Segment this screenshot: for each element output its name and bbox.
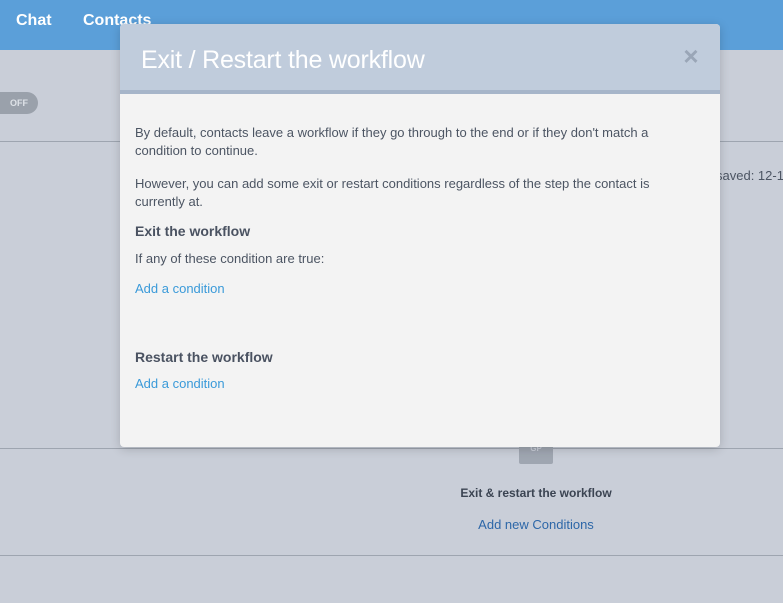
workflow-status-toggle[interactable]: OFF xyxy=(0,92,38,114)
exit-workflow-heading: Exit the workflow xyxy=(135,223,251,239)
intro-paragraph: By default, contacts leave a workflow if… xyxy=(135,125,649,158)
info-paragraph: However, you can add some exit or restar… xyxy=(135,176,650,209)
divider xyxy=(0,448,783,449)
modal-body: By default, contacts leave a workflow if… xyxy=(135,124,695,391)
modal-header: Exit / Restart the workflow × xyxy=(120,24,720,94)
divider xyxy=(0,555,783,556)
restart-workflow-heading: Restart the workflow xyxy=(135,349,273,365)
add-new-conditions-link[interactable]: Add new Conditions xyxy=(420,517,652,532)
exit-restart-modal: Exit / Restart the workflow × By default… xyxy=(120,24,720,447)
exit-restart-step-title: Exit & restart the workflow xyxy=(460,486,612,500)
restart-add-condition-link[interactable]: Add a condition xyxy=(135,376,695,391)
close-icon[interactable]: × xyxy=(680,43,702,69)
modal-title: Exit / Restart the workflow xyxy=(141,46,425,74)
last-saved-text: saved: 12-1 xyxy=(716,168,783,183)
exit-add-condition-link[interactable]: Add a condition xyxy=(135,281,695,296)
exit-condition-hint: If any of these condition are true: xyxy=(135,251,325,266)
nav-item-chat[interactable]: Chat xyxy=(16,12,52,30)
